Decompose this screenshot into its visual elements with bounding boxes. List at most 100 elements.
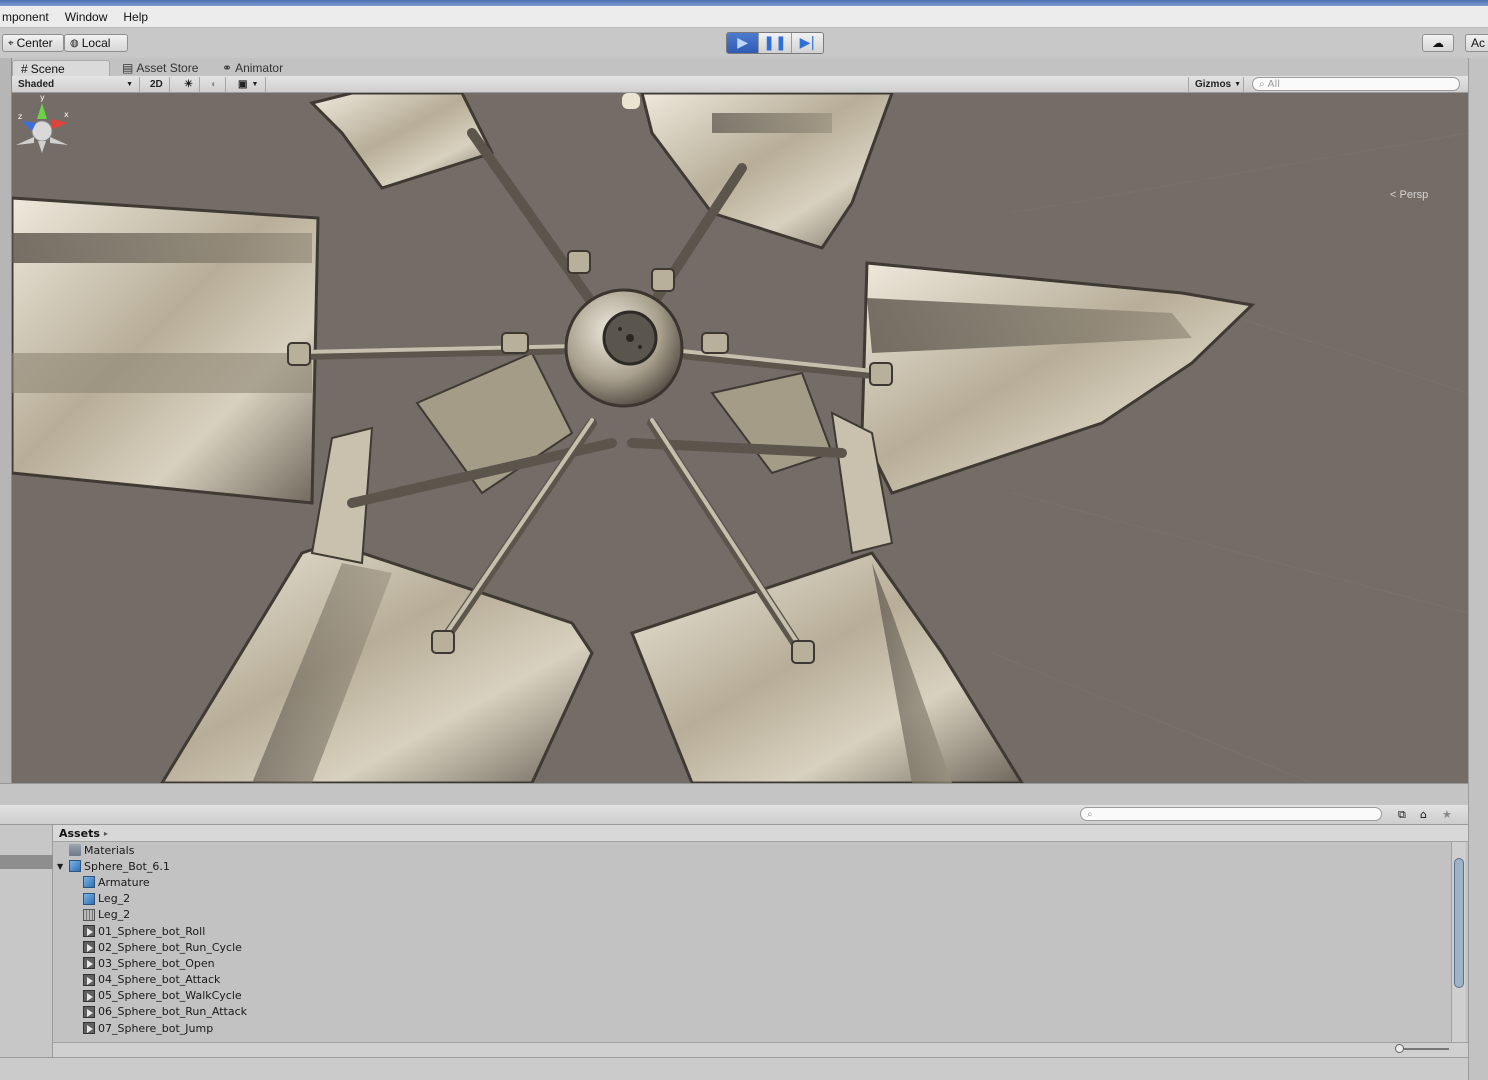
label-tag-icon[interactable]: ⌂ xyxy=(1420,808,1427,821)
status-bar xyxy=(0,1057,1468,1080)
expand-arrow-icon[interactable]: ▼ xyxy=(57,862,69,871)
icon-size-slider[interactable] xyxy=(1395,1044,1449,1053)
axis-z-label: z xyxy=(18,112,22,121)
pause-button[interactable]: ❚❚ xyxy=(759,33,792,53)
inspector-panel-edge xyxy=(1468,58,1488,1080)
list-item[interactable]: 03_Sphere_bot_Open xyxy=(53,955,1451,971)
blade-top-right xyxy=(640,93,894,250)
projection-label[interactable]: < Persp xyxy=(1390,189,1428,201)
search-icon: ⌕ xyxy=(1087,808,1093,820)
pivot-center-button[interactable]: ⌖ Center xyxy=(2,34,64,52)
prefab-icon xyxy=(83,892,95,905)
search-icon: ⌕ xyxy=(1259,78,1265,90)
sun-icon: ☀ xyxy=(184,79,193,90)
image-icon: ▣ xyxy=(238,79,248,90)
breadcrumb: Assets ▸ xyxy=(53,825,1468,842)
play-button[interactable]: ▶ xyxy=(727,33,760,53)
animation-icon xyxy=(83,925,95,938)
effects-dropdown[interactable]: ▣ ▼ xyxy=(232,77,266,92)
hub-sphere xyxy=(564,288,684,408)
dropdown-arrow-icon: ▼ xyxy=(1234,81,1242,88)
scene-view-toolbar: Shaded ▼ 2D ☀ ◖ ▣ ▼ Gizmos ▼ ⌕ All xyxy=(12,76,1468,93)
prefab-icon xyxy=(83,876,95,889)
playback-controls: ▶ ❚❚ ▶| xyxy=(726,32,824,54)
blade-right xyxy=(860,261,1256,495)
menu-bar: mponent Window Help xyxy=(0,6,1488,28)
list-item[interactable]: Leg_2 xyxy=(53,891,1451,907)
scene-tab-row: # Scene ▤ Asset Store ⚭ Animator xyxy=(12,58,1468,76)
draw-mode-dropdown[interactable]: Shaded ▼ xyxy=(12,77,140,92)
animation-icon xyxy=(83,989,95,1002)
project-toolbar: ⌕ ⧉ ⌂ ★ xyxy=(0,805,1468,825)
tab-asset-store[interactable]: ▤ Asset Store xyxy=(114,60,206,76)
pivot-local-button[interactable]: ◍ Local xyxy=(64,34,128,52)
list-item[interactable]: 07_Sphere_bot_Jump xyxy=(53,1020,1451,1036)
step-button[interactable]: ▶| xyxy=(791,33,823,53)
tab-scene[interactable]: # Scene xyxy=(12,60,110,76)
project-search-input[interactable]: ⌕ xyxy=(1080,807,1382,821)
breadcrumb-assets[interactable]: Assets xyxy=(59,827,100,840)
grid-icon: # xyxy=(21,61,28,76)
selected-folder[interactable] xyxy=(0,855,53,869)
menu-component[interactable]: mponent xyxy=(0,10,51,24)
list-item[interactable]: ▼ Sphere_Bot_6.1 xyxy=(53,858,1451,874)
main-toolbar: ⌖ Center ◍ Local ▶ ❚❚ ▶| ☁ Ac xyxy=(0,28,1488,58)
mode-2d-toggle[interactable]: 2D xyxy=(144,77,170,92)
speaker-icon: ◖ xyxy=(210,79,217,90)
axis-y-label: y xyxy=(40,93,45,102)
blade-bottom-right xyxy=(630,551,1024,783)
list-item[interactable]: 02_Sphere_bot_Run_Cycle xyxy=(53,939,1451,955)
animation-icon xyxy=(83,1005,95,1018)
floor-grid xyxy=(991,132,1468,783)
pause-icon: ❚❚ xyxy=(763,35,787,51)
asset-list: Materials ▼ Sphere_Bot_6.1 Armature Leg_… xyxy=(53,842,1451,1042)
animation-icon xyxy=(83,973,95,986)
orientation-gizmo[interactable]: y x z xyxy=(12,93,72,153)
blade-top-left xyxy=(309,93,495,190)
scene-viewport[interactable]: y x z < Persp xyxy=(12,93,1468,783)
step-icon: ▶| xyxy=(799,35,816,51)
account-button[interactable]: Ac xyxy=(1465,34,1488,52)
chevron-right-icon: ▸ xyxy=(103,828,108,838)
mesh-icon xyxy=(83,908,95,921)
top-joint xyxy=(622,93,640,109)
slider-handle[interactable] xyxy=(1395,1044,1404,1053)
animation-icon xyxy=(83,957,95,970)
animation-icon xyxy=(83,1022,95,1035)
play-icon: ▶ xyxy=(737,35,749,51)
blade-bottom-left xyxy=(160,541,594,783)
pivot-icon: ⌖ xyxy=(8,37,14,49)
list-item[interactable]: 04_Sphere_bot_Attack xyxy=(53,972,1451,988)
chevron-left-icon: < xyxy=(1390,189,1397,201)
favorite-star-icon[interactable]: ★ xyxy=(1442,808,1452,821)
cloud-button[interactable]: ☁ xyxy=(1422,34,1454,52)
animator-icon: ⚭ xyxy=(222,61,233,75)
list-item[interactable]: 05_Sphere_bot_WalkCycle xyxy=(53,988,1451,1004)
menu-window[interactable]: Window xyxy=(63,10,110,24)
list-item[interactable]: Leg_2 xyxy=(53,907,1451,923)
blade-left xyxy=(12,196,320,505)
scrollbar-thumb[interactable] xyxy=(1454,858,1464,988)
asset-list-scrollbar[interactable] xyxy=(1451,842,1466,1042)
folder-icon xyxy=(69,844,81,857)
store-icon: ▤ xyxy=(122,61,134,75)
axis-x-label: x xyxy=(64,110,69,119)
lighting-toggle[interactable]: ☀ xyxy=(178,77,200,92)
asset-size-bar xyxy=(53,1042,1468,1057)
dropdown-arrow-icon: ▼ xyxy=(126,81,133,88)
list-item[interactable]: Armature xyxy=(53,874,1451,890)
project-folder-tree xyxy=(0,825,53,1057)
audio-toggle[interactable]: ◖ xyxy=(204,77,226,92)
animation-icon xyxy=(83,941,95,954)
sphere-bot-model xyxy=(12,93,1468,783)
panel-splitter[interactable] xyxy=(0,783,1468,805)
menu-help[interactable]: Help xyxy=(121,10,150,24)
tab-animator[interactable]: ⚭ Animator xyxy=(214,60,291,76)
gizmos-dropdown[interactable]: Gizmos ▼ xyxy=(1188,77,1244,92)
filter-type-icon[interactable]: ⧉ xyxy=(1398,808,1406,822)
list-item[interactable]: 06_Sphere_bot_Run_Attack xyxy=(53,1004,1451,1020)
scene-search-input[interactable]: ⌕ All xyxy=(1252,77,1460,91)
list-item[interactable]: 01_Sphere_bot_Roll xyxy=(53,923,1451,939)
list-item[interactable]: Materials xyxy=(53,842,1451,858)
dropdown-arrow-icon: ▼ xyxy=(251,81,259,88)
